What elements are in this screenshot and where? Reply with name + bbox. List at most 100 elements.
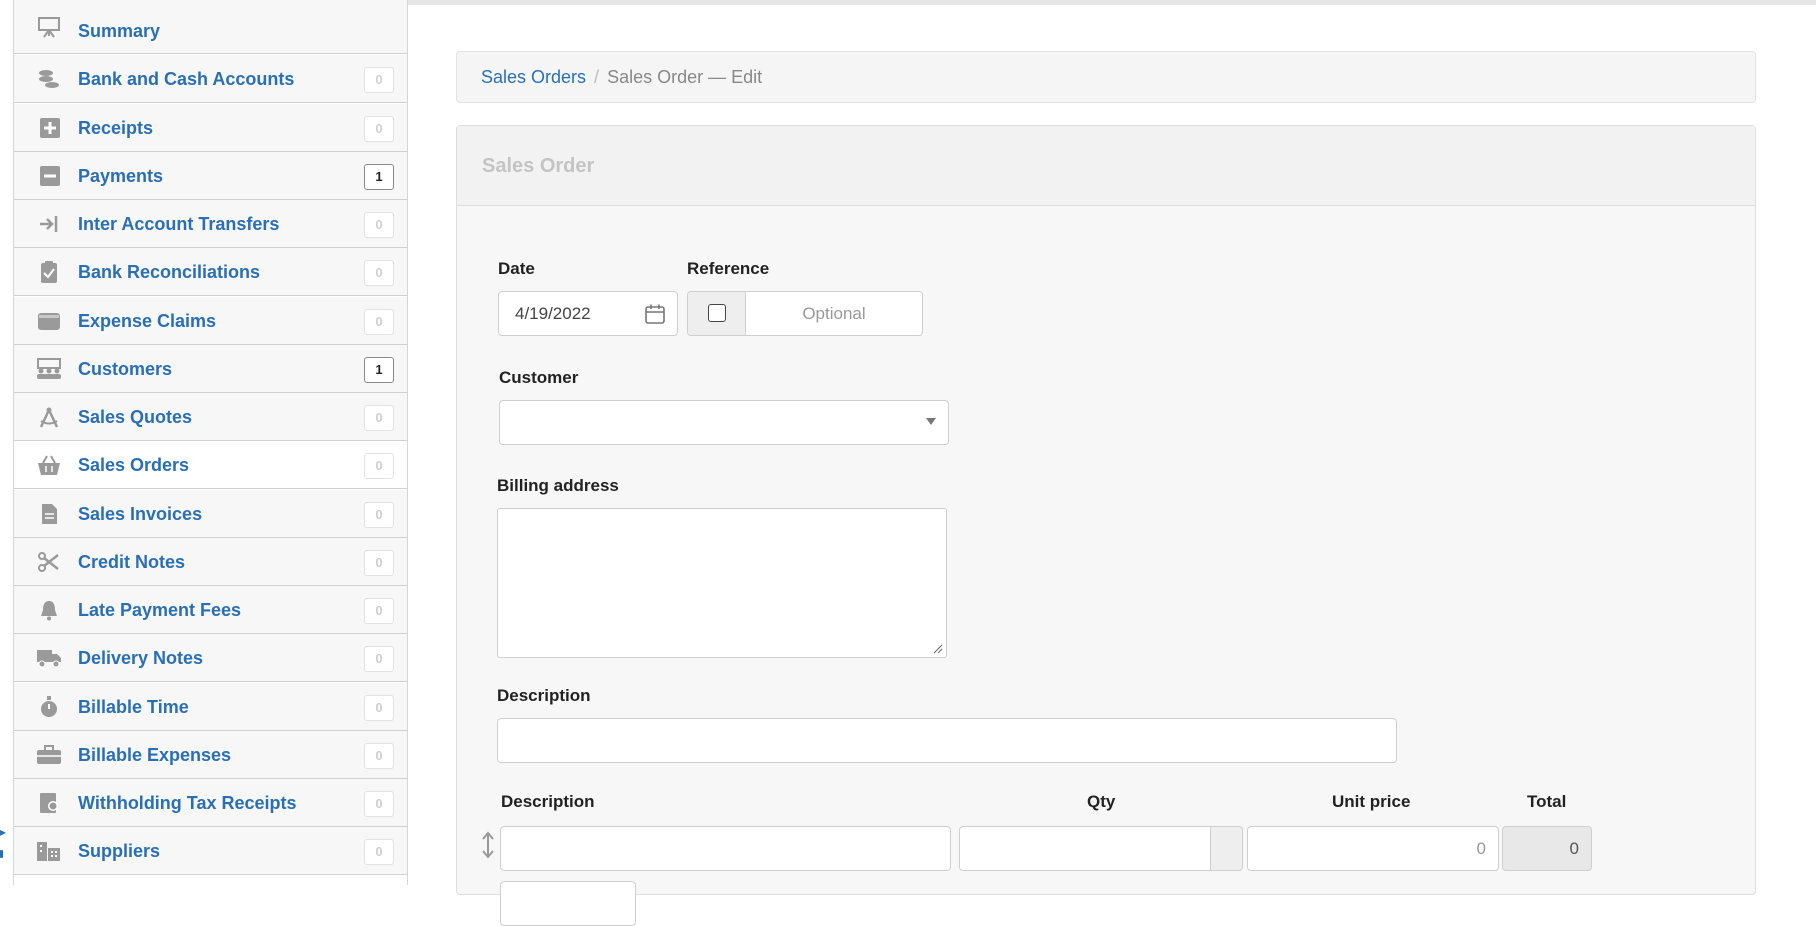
line-unit-price-value: 0 [1476,839,1486,858]
reference-input[interactable]: Optional [746,292,922,335]
drag-handle-icon[interactable] [479,830,497,860]
people-group-icon [36,358,62,380]
description-label: Description [497,686,591,705]
column-header-qty: Qty [1087,792,1116,811]
column-header-unit-price: Unit price [1332,792,1411,811]
truck-icon [36,647,62,669]
sidebar-item-receipts[interactable]: Receipts 0 [14,104,407,152]
basket-icon [36,454,62,476]
arrow-to-line-icon [36,213,62,235]
sidebar-item-label: Sales Invoices [78,504,203,524]
sidebar-item-label: Expense Claims [78,311,217,331]
date-input[interactable]: 4/19/2022 [498,291,678,336]
count-badge: 1 [364,357,394,383]
breadcrumb: Sales Orders / Sales Order — Edit [456,51,1756,103]
count-badge: 0 [364,212,394,238]
sidebar-item-payments[interactable]: Payments 1 [14,152,407,200]
count-badge: 0 [364,791,394,817]
customer-select[interactable] [499,400,949,445]
scissors-icon [36,551,62,573]
count-badge: 0 [364,405,394,431]
count-badge: 0 [364,116,394,142]
line-qty-input[interactable] [959,826,1211,871]
sidebar-item-label: Customers [78,359,173,379]
count-badge: 0 [364,309,394,335]
sidebar-item-bank-reconciliations[interactable]: Bank Reconciliations 0 [14,248,407,296]
certificate-icon [36,792,62,814]
sidebar-item-label: Summary [78,21,161,41]
main-content: Sales Orders / Sales Order — Edit Sales Or… [408,5,1816,926]
collapse-arrow-icon[interactable]: ▸ [0,826,6,838]
briefcase-icon [36,744,62,766]
sidebar-item-expense-claims[interactable]: Expense Claims 0 [14,297,407,345]
sidebar-item-label: Bank and Cash Accounts [78,69,295,89]
sidebar-item-withholding-tax-receipts[interactable]: Withholding Tax Receipts 0 [14,779,407,827]
sidebar-item-label: Withholding Tax Receipts [78,793,297,813]
line-total-value: 0 [1569,839,1579,858]
stopwatch-icon [36,696,62,718]
line-qty-addon [1211,826,1243,871]
customer-label: Customer [499,368,579,387]
line-unit-price-input[interactable]: 0 [1247,826,1499,871]
billing-address-textarea[interactable] [497,508,947,658]
sidebar-item-label: Billable Expenses [78,745,232,765]
description-input[interactable] [497,718,1397,763]
panel-title: Sales Order [482,155,595,177]
sidebar-item-sales-quotes[interactable]: Sales Quotes 0 [14,393,407,441]
reference-input-group: Optional [687,291,923,336]
count-badge: 1 [364,164,394,190]
date-label: Date [498,259,535,278]
count-badge: 0 [364,695,394,721]
clipboard-check-icon [36,261,62,283]
column-header-description: Description [501,792,595,811]
line-account-select[interactable] [500,881,636,926]
breadcrumb-current: Sales Order — Edit [607,67,763,87]
breadcrumb-link-sales-orders[interactable]: Sales Orders [481,67,586,87]
chevron-down-icon [926,418,936,425]
rail-indicator [0,850,3,858]
sidebar-item-label: Sales Orders [78,455,190,475]
count-badge: 0 [364,743,394,769]
sidebar-item-late-payment-fees[interactable]: Late Payment Fees 0 [14,586,407,634]
sidebar: Summary Bank and Cash Accounts 0 Receipts 0 P… [13,0,408,885]
breadcrumb-separator: / [594,67,600,87]
sidebar-item-sales-orders[interactable]: Sales Orders 0 [14,441,407,489]
line-description-input[interactable] [500,826,951,871]
sidebar-item-label: Inter Account Transfers [78,214,280,234]
count-badge: 0 [364,550,394,576]
billing-address-label: Billing address [497,476,619,495]
count-badge: 0 [364,260,394,286]
sidebar-item-inter-account-transfers[interactable]: Inter Account Transfers 0 [14,200,407,248]
count-badge: 0 [364,67,394,93]
minus-square-icon [36,165,62,187]
sidebar-item-delivery-notes[interactable]: Delivery Notes 0 [14,634,407,682]
count-badge: 0 [364,839,394,865]
count-badge: 0 [364,453,394,479]
count-badge: 0 [364,598,394,624]
sidebar-item-sales-invoices[interactable]: Sales Invoices 0 [14,490,407,538]
sidebar-item-label: Bank Reconciliations [78,262,261,282]
sidebar-item-customers[interactable]: Customers 1 [14,345,407,393]
reference-auto-addon [688,292,746,335]
resize-grip-icon[interactable] [933,644,943,654]
calendar-icon[interactable] [643,302,667,326]
sidebar-item-label: Credit Notes [78,552,186,572]
sidebar-item-label: Late Payment Fees [78,600,242,620]
sidebar-item-label: Sales Quotes [78,407,193,427]
sidebar-item-label: Receipts [78,118,154,138]
sidebar-item-billable-expenses[interactable]: Billable Expenses 0 [14,731,407,779]
sidebar-item-label: Payments [78,166,164,186]
coins-stack-icon [36,68,62,90]
presentation-board-icon [36,16,62,38]
sidebar-item-bank-and-cash-accounts[interactable]: Bank and Cash Accounts 0 [14,55,407,103]
reference-auto-checkbox[interactable] [708,304,726,322]
sidebar-item-credit-notes[interactable]: Credit Notes 0 [14,538,407,586]
sidebar-item-summary[interactable]: Summary [14,0,407,54]
panel-header: Sales Order [457,126,1755,206]
sidebar-item-suppliers[interactable]: Suppliers 0 [14,827,407,875]
sidebar-item-label: Suppliers [78,841,161,861]
line-total: 0 [1502,826,1592,871]
sidebar-item-label: Billable Time [78,697,189,717]
sales-order-panel: Sales Order Date 4/19/2022 Reference Opt… [456,125,1756,926]
sidebar-item-billable-time[interactable]: Billable Time 0 [14,683,407,731]
